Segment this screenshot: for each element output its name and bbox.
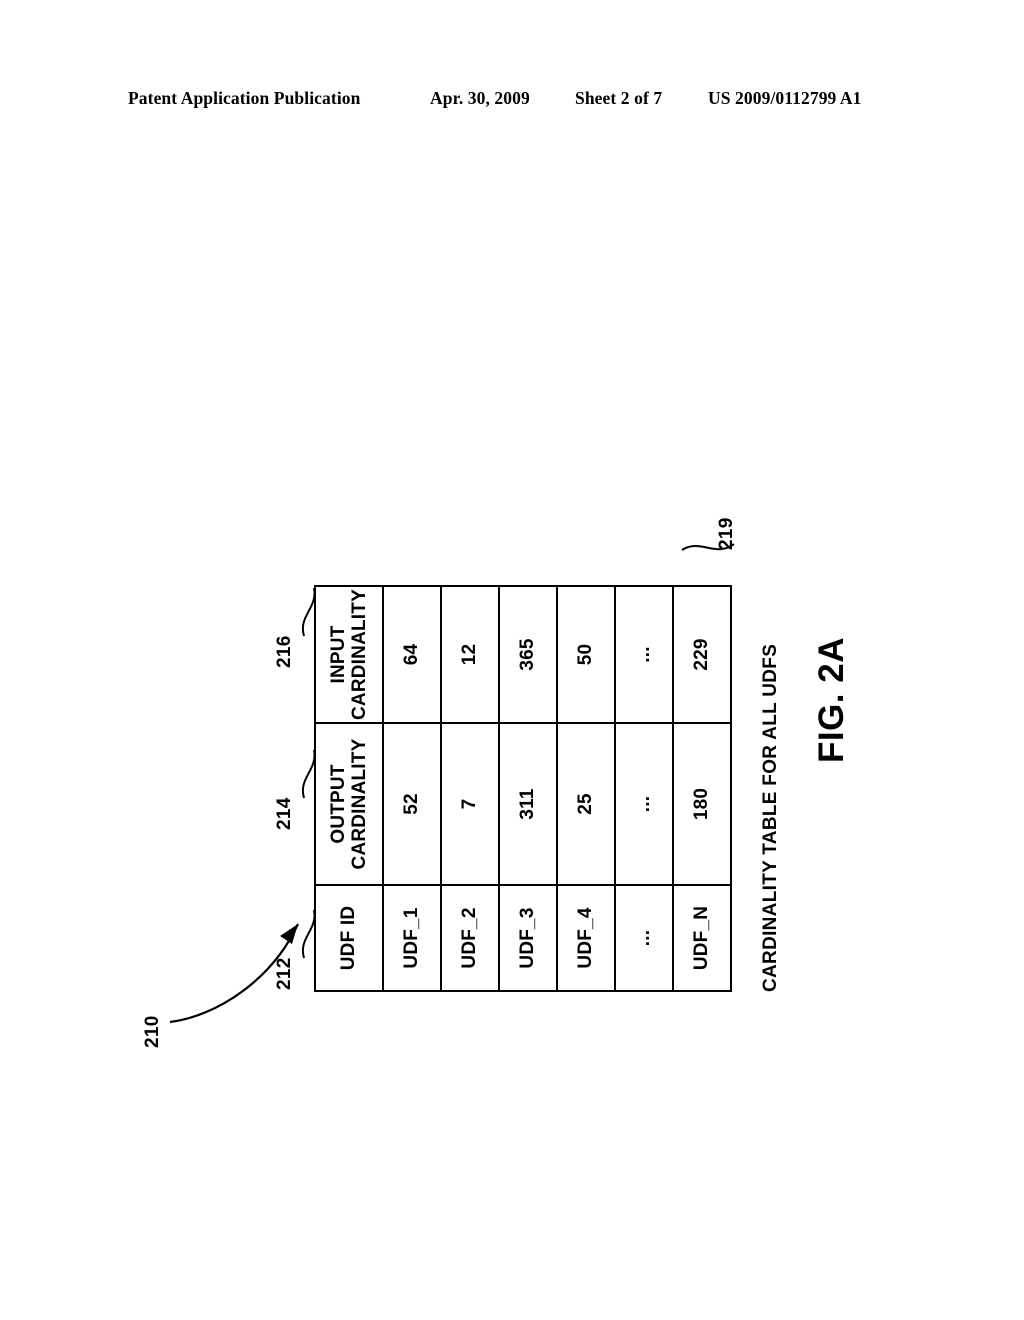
cell-udf-id: UDF_N [673, 885, 731, 991]
cardinality-table: UDF ID OUTPUT CARDINALITY INPUT CARDINAL… [314, 585, 732, 992]
column-header-udf-id: UDF ID [315, 885, 383, 991]
column-header-output-line1: OUTPUT [327, 764, 349, 844]
reference-numeral-212: 212 [274, 957, 295, 990]
patent-number-label: US 2009/0112799 A1 [708, 88, 862, 108]
cell-input-cardinality: 229 [673, 586, 731, 723]
reference-numeral-216: 216 [274, 635, 295, 668]
cell-input-cardinality-ellipsis: ... [615, 586, 673, 723]
table-caption: CARDINALITY TABLE FOR ALL UDFS [760, 643, 781, 992]
figure-2a-drawing: 210 212 214 216 219 UDF ID OUTPUT CARDIN… [122, 350, 902, 1050]
table-row: UDF_4 25 50 [557, 586, 615, 991]
leader-line-216 [301, 587, 316, 637]
table-row-ellipsis: ... ... ... [615, 586, 673, 991]
page-running-header: Patent Application Publication Apr. 30, … [0, 88, 1024, 116]
table-header-row: UDF ID OUTPUT CARDINALITY INPUT CARDINAL… [315, 586, 383, 991]
reference-numeral-219: 219 [716, 517, 737, 550]
cardinality-table-body: UDF ID OUTPUT CARDINALITY INPUT CARDINAL… [315, 586, 731, 991]
cell-output-cardinality: 180 [673, 723, 731, 885]
column-header-output-cardinality: OUTPUT CARDINALITY [315, 723, 383, 885]
figure-label: FIG. 2A [812, 636, 851, 764]
publication-date-label: Apr. 30, 2009 [430, 88, 530, 108]
column-header-input-cardinality: INPUT CARDINALITY [315, 586, 383, 723]
cell-udf-id-ellipsis: ... [615, 885, 673, 991]
sheet-number-label: Sheet 2 of 7 [575, 88, 663, 108]
leader-line-212 [301, 909, 316, 959]
reference-numeral-214: 214 [274, 797, 295, 830]
cell-output-cardinality: 52 [383, 723, 441, 885]
table-row: UDF_1 52 64 [383, 586, 441, 991]
cell-input-cardinality: 12 [441, 586, 499, 723]
cell-udf-id: UDF_1 [383, 885, 441, 991]
cell-udf-id: UDF_3 [499, 885, 557, 991]
cell-input-cardinality: 64 [383, 586, 441, 723]
cell-output-cardinality-ellipsis: ... [615, 723, 673, 885]
cell-udf-id: UDF_2 [441, 885, 499, 991]
column-header-output-line2: CARDINALITY [349, 738, 370, 870]
figure-label-container: FIG. 2A [812, 350, 852, 1050]
column-header-input-line2: CARDINALITY [349, 589, 370, 720]
cell-input-cardinality: 365 [499, 586, 557, 723]
cell-output-cardinality: 7 [441, 723, 499, 885]
arrowhead-210 [280, 924, 298, 944]
table-row: UDF_3 311 365 [499, 586, 557, 991]
column-header-input-line1: INPUT [327, 625, 349, 684]
cell-input-cardinality: 50 [557, 586, 615, 723]
table-row: UDF_N 180 229 [673, 586, 731, 991]
publication-type-label: Patent Application Publication [128, 88, 361, 108]
table-row: UDF_2 7 12 [441, 586, 499, 991]
cell-udf-id: UDF_4 [557, 885, 615, 991]
leader-line-214 [301, 749, 316, 799]
reference-numeral-210: 210 [142, 1015, 163, 1048]
cell-output-cardinality: 311 [499, 723, 557, 885]
cell-output-cardinality: 25 [557, 723, 615, 885]
